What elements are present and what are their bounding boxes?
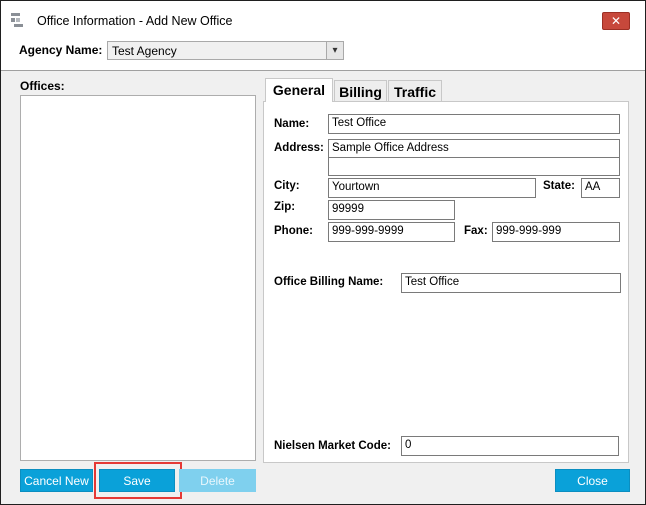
agency-name-label: Agency Name: [19, 43, 103, 57]
fax-field[interactable]: 999-999-999 [492, 222, 620, 242]
zip-label: Zip: [274, 201, 296, 213]
title-bar: Office Information - Add New Office ✕ [1, 1, 645, 35]
tab-general[interactable]: General [265, 78, 333, 102]
agency-row: Agency Name: Test Agency ▾ [1, 35, 645, 71]
city-field[interactable]: Yourtown [328, 178, 536, 198]
window-title: Office Information - Add New Office [37, 14, 233, 28]
office-billing-name-field[interactable]: Test Office [401, 273, 621, 293]
window-close-button[interactable]: ✕ [602, 12, 630, 30]
nielsen-market-code-field[interactable]: 0 [401, 436, 619, 456]
office-billing-name-label: Office Billing Name: [274, 276, 384, 288]
state-field[interactable]: AA [581, 178, 620, 198]
tab-traffic[interactable]: Traffic [388, 80, 442, 102]
address-line1-field[interactable]: Sample Office Address [328, 139, 620, 158]
save-highlight-box [94, 462, 182, 499]
address-line2-field[interactable] [328, 157, 620, 176]
city-label: City: [274, 180, 300, 192]
agency-name-dropdown[interactable]: Test Agency ▾ [107, 41, 344, 60]
offices-list[interactable] [20, 95, 256, 461]
chevron-down-icon[interactable]: ▾ [326, 42, 343, 59]
delete-button: Delete [179, 469, 256, 492]
offices-label: Offices: [20, 79, 65, 93]
phone-field[interactable]: 999-999-9999 [328, 222, 455, 242]
zip-field[interactable]: 99999 [328, 200, 455, 220]
phone-label: Phone: [274, 225, 313, 237]
tab-billing[interactable]: Billing [334, 80, 387, 102]
address-label: Address: [274, 142, 324, 154]
nielsen-market-code-label: Nielsen Market Code: [274, 440, 391, 452]
state-label: State: [543, 180, 575, 192]
agency-name-value: Test Agency [112, 44, 177, 58]
name-field[interactable]: Test Office [328, 114, 620, 134]
office-information-window: Office Information - Add New Office ✕ Ag… [0, 0, 646, 505]
fax-label: Fax: [464, 225, 488, 237]
close-button[interactable]: Close [555, 469, 630, 492]
general-tab-panel: Name: Test Office Address: Sample Office… [263, 101, 629, 463]
name-label: Name: [274, 118, 310, 130]
app-logo-icon [11, 13, 23, 27]
cancel-new-button[interactable]: Cancel New [20, 469, 93, 492]
